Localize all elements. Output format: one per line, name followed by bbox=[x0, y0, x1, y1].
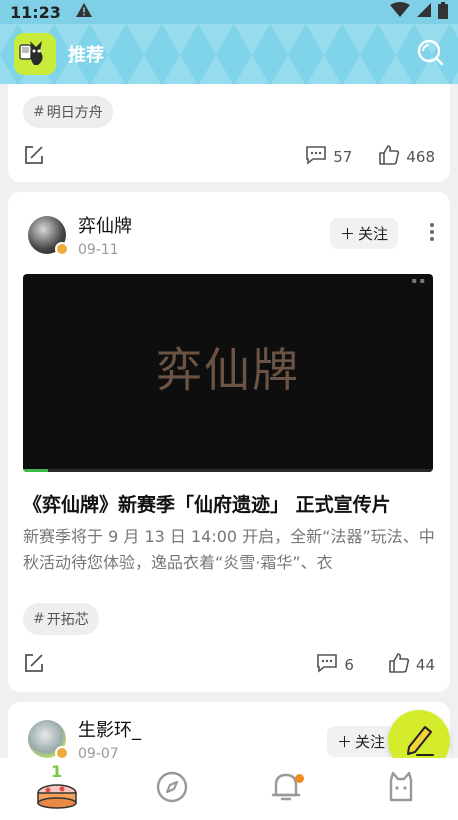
tab-notifications[interactable] bbox=[256, 764, 316, 814]
topic-tag[interactable]: # 开拓芯 bbox=[23, 603, 99, 635]
comment-icon bbox=[316, 653, 338, 677]
post-title[interactable]: 《弈仙牌》新赛季「仙府遗迹」 正式宣传片 bbox=[23, 490, 440, 517]
bottom-tab-bar: 1 bbox=[0, 758, 458, 820]
comment-icon bbox=[305, 145, 327, 169]
post-card[interactable]: 弈仙牌 09-11 ＋ 关注 ▪ ▪ 弈仙牌 《弈仙牌》新赛季「仙府遗迹」 正式… bbox=[8, 192, 450, 692]
plus-icon: ＋ bbox=[337, 733, 353, 751]
pencil-icon bbox=[401, 721, 437, 761]
status-bar: 11:23 bbox=[0, 0, 458, 24]
comment-button[interactable]: 57 bbox=[305, 145, 352, 169]
post-card[interactable]: # 明日方舟 57 468 bbox=[8, 84, 450, 182]
video-progress-bar[interactable] bbox=[23, 469, 433, 472]
like-count: 468 bbox=[406, 148, 435, 166]
status-time: 11:23 bbox=[10, 2, 61, 22]
video-watermark-icon: ▪ ▪ bbox=[411, 276, 425, 285]
cake-icon: 1 bbox=[34, 762, 80, 815]
compass-icon bbox=[155, 770, 189, 808]
video-progress-fill bbox=[23, 469, 48, 472]
author-name[interactable]: 弈仙牌 bbox=[78, 212, 132, 238]
verified-badge-icon bbox=[55, 242, 69, 256]
plus-icon: ＋ bbox=[339, 225, 355, 243]
video-player[interactable]: ▪ ▪ 弈仙牌 bbox=[23, 274, 433, 472]
share-icon[interactable] bbox=[23, 144, 45, 170]
more-options-icon[interactable] bbox=[430, 222, 434, 246]
follow-label: 关注 bbox=[355, 733, 386, 751]
post-body[interactable]: 新赛季将于 9 月 13 日 14:00 开启，全新“法器”玩法、中秋活动待您体… bbox=[23, 524, 435, 576]
avatar[interactable] bbox=[28, 216, 69, 256]
app-avatar[interactable] bbox=[14, 33, 56, 75]
wifi-icon bbox=[390, 2, 410, 22]
tab-home[interactable]: 1 bbox=[27, 762, 87, 815]
tab-profile[interactable] bbox=[371, 764, 431, 814]
comment-count: 57 bbox=[333, 148, 353, 166]
cat-icon bbox=[384, 770, 418, 808]
like-button[interactable]: 44 bbox=[388, 652, 435, 678]
notification-dot bbox=[295, 774, 305, 783]
follow-button[interactable]: ＋ 关注 bbox=[327, 726, 396, 757]
top-header: 推荐 bbox=[0, 24, 458, 84]
battery-icon bbox=[438, 1, 448, 23]
post-date: 09-11 bbox=[78, 242, 119, 258]
like-count: 44 bbox=[415, 656, 435, 674]
thumbs-up-icon bbox=[378, 144, 400, 170]
warning-icon bbox=[75, 2, 93, 22]
signal-icon bbox=[416, 2, 432, 22]
tag-label: 明日方舟 bbox=[46, 105, 103, 121]
video-logo: 弈仙牌 bbox=[156, 343, 300, 397]
comment-count: 6 bbox=[344, 656, 354, 674]
tab-discover[interactable] bbox=[142, 764, 202, 814]
search-icon[interactable] bbox=[416, 38, 444, 70]
share-icon[interactable] bbox=[23, 652, 45, 678]
hash-icon: # bbox=[33, 104, 45, 120]
comment-button[interactable]: 6 bbox=[316, 653, 354, 677]
thumbs-up-icon bbox=[388, 652, 410, 678]
svg-text:1: 1 bbox=[51, 763, 62, 781]
like-button[interactable]: 468 bbox=[378, 144, 435, 170]
follow-label: 关注 bbox=[357, 225, 388, 243]
page-title: 推荐 bbox=[68, 45, 104, 66]
hash-icon: # bbox=[33, 611, 45, 627]
author-name[interactable]: 生影环_ bbox=[78, 716, 141, 742]
avatar[interactable] bbox=[28, 720, 69, 760]
topic-tag[interactable]: # 明日方舟 bbox=[23, 96, 113, 128]
tag-label: 开拓芯 bbox=[46, 612, 89, 628]
follow-button[interactable]: ＋ 关注 bbox=[329, 218, 398, 249]
